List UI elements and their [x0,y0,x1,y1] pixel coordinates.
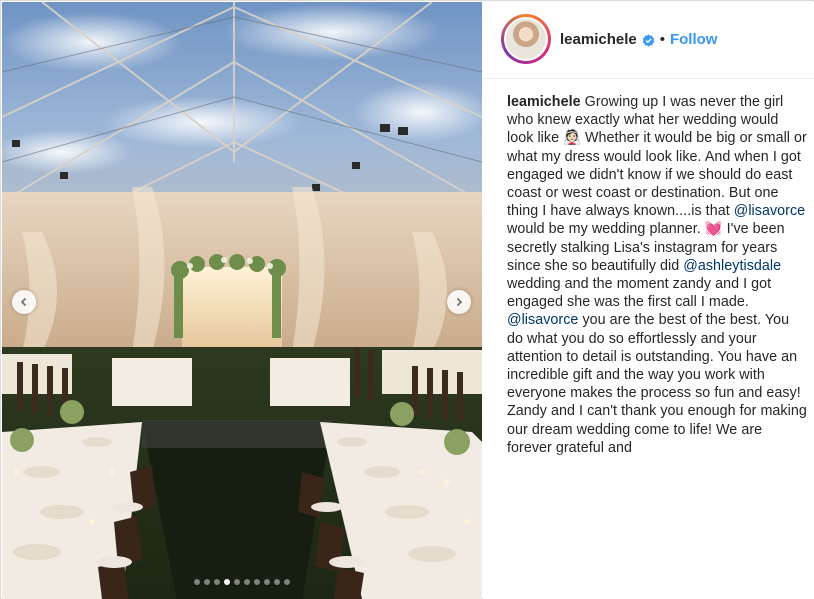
carousel-indicator [2,579,482,585]
carousel-dot [284,579,290,585]
carousel-dot [234,579,240,585]
heart-emoji-icon: 💓 [704,221,723,238]
carousel-dot [204,579,210,585]
carousel-dot [244,579,250,585]
post-header: leamichele • Follow [483,2,814,79]
post-caption: leamichele Growing up I was never the gi… [507,93,807,457]
avatar[interactable] [504,17,548,61]
caption-container: leamichele Growing up I was never the gi… [507,93,807,460]
carousel-dot [274,579,280,585]
carousel-dot [254,579,260,585]
bride-emoji-icon: 👰🏻 [563,130,581,147]
chevron-left-icon [20,297,27,307]
carousel-dot [194,579,200,585]
instagram-post: leamichele • Follow leamichele Growing u… [0,0,814,599]
carousel-dot [214,579,220,585]
carousel-dot [264,579,270,585]
wedding-tent-image [2,2,482,599]
story-ring[interactable] [501,14,551,64]
caption-mention-link[interactable]: @lisavorce [507,312,578,328]
caption-fade [507,453,787,461]
carousel-next-button[interactable] [447,290,471,314]
post-photo[interactable] [2,2,482,599]
caption-username[interactable]: leamichele [507,94,581,110]
verified-badge-icon [642,33,655,47]
caption-mention-link[interactable]: @lisavorce [734,203,805,219]
chevron-right-icon [456,297,463,307]
header-username[interactable]: leamichele [560,31,637,49]
follow-button[interactable]: Follow [670,31,718,49]
post-side-panel: leamichele • Follow leamichele Growing u… [483,2,814,599]
carousel-dot [224,579,230,585]
caption-text: wedding and the moment zandy and I got e… [507,276,772,311]
header-user-row: leamichele • Follow [560,31,717,49]
caption-text: would be my wedding planner. [507,221,705,238]
caption-text: you are the best of the best. You do wha… [507,312,807,456]
caption-mention-link[interactable]: @ashleytisdale [683,258,781,274]
carousel-prev-button[interactable] [12,290,36,314]
header-separator: • [659,31,665,48]
